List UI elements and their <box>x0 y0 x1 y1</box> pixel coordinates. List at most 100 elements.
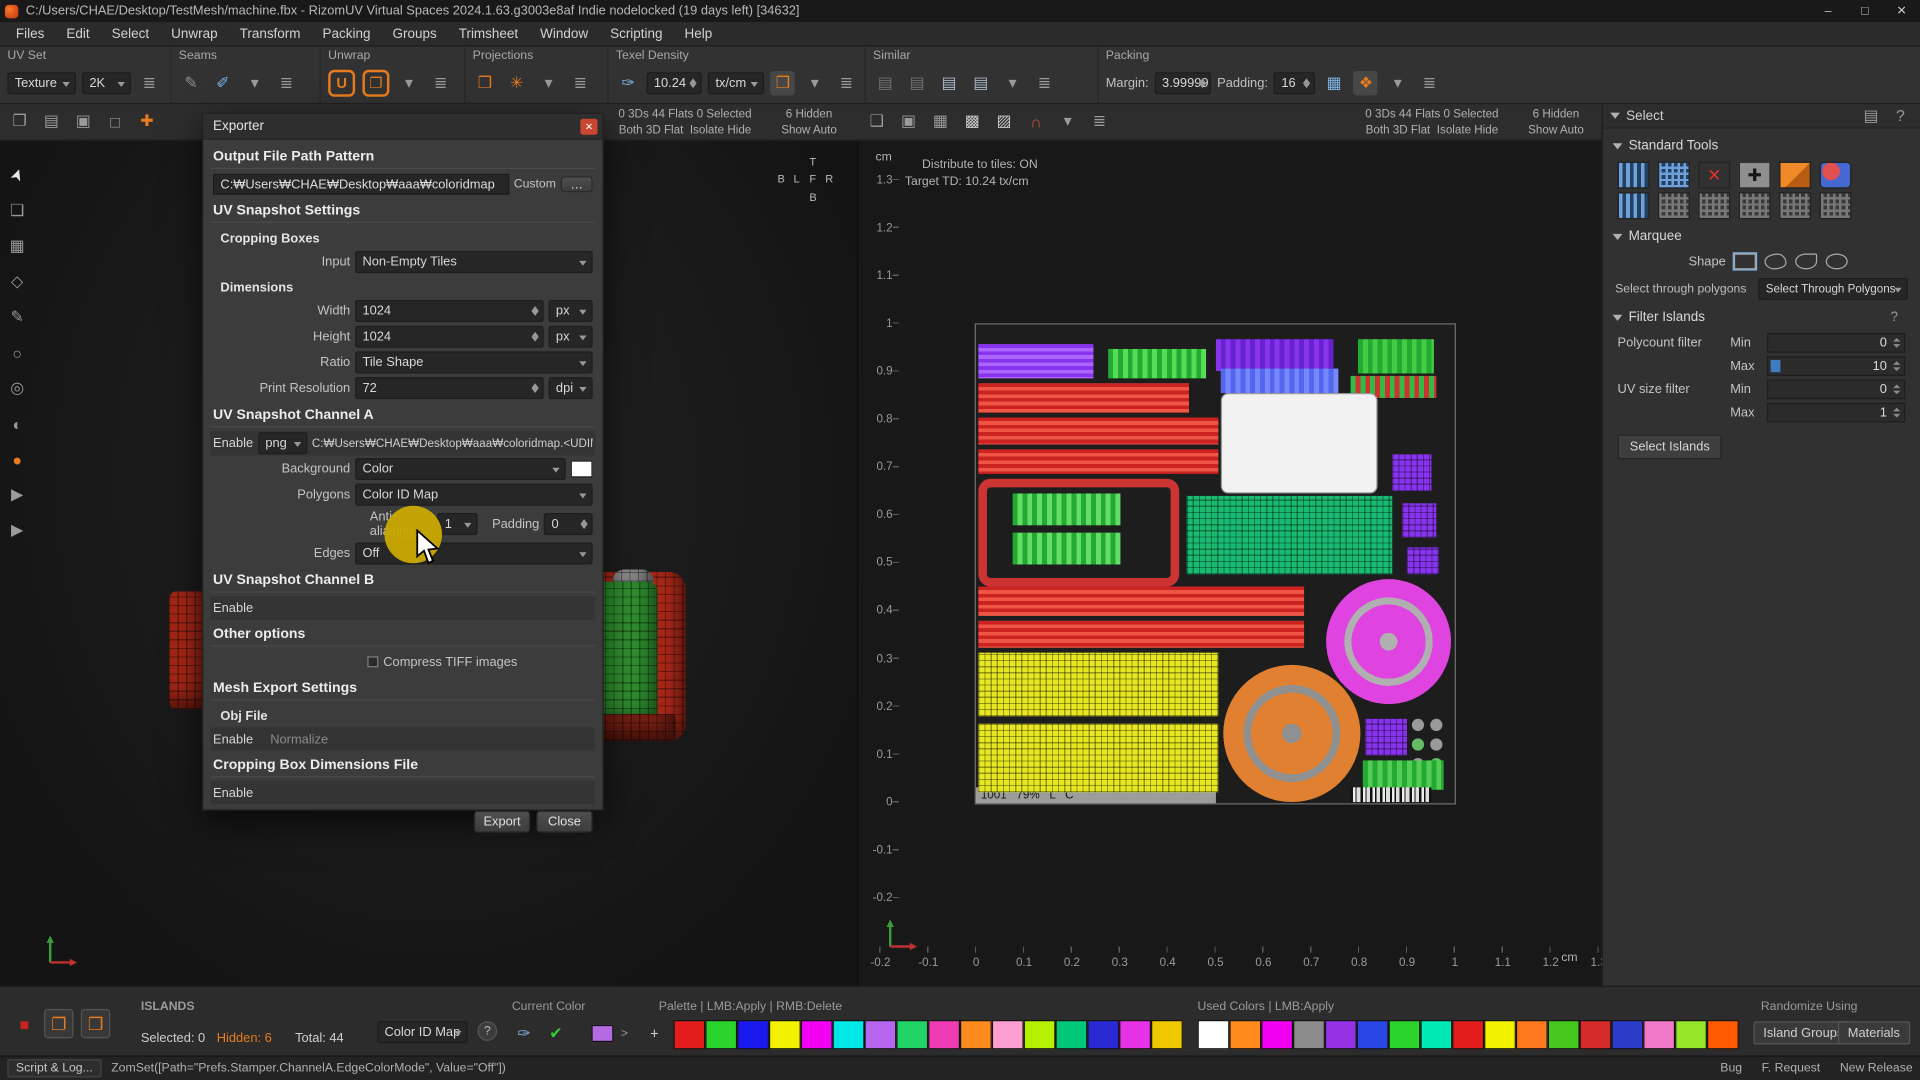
color-swatch[interactable] <box>992 1020 1024 1049</box>
pack-tool-icon[interactable] <box>1658 162 1690 189</box>
new-release-link[interactable]: New Release <box>1840 1062 1913 1075</box>
color-swatch[interactable] <box>1548 1020 1580 1049</box>
minimize-button[interactable]: – <box>1810 4 1847 17</box>
output-path-input[interactable]: C:₩Users₩CHAE₩Desktop₩aaa₩coloridmap <box>213 174 509 195</box>
island-mode-icon[interactable]: ❐ <box>44 1009 73 1038</box>
grid-c-icon[interactable] <box>1698 192 1730 219</box>
materials-button[interactable]: Materials <box>1838 1021 1910 1044</box>
eyedropper-icon[interactable]: ✑ <box>512 1021 536 1045</box>
unwrap-dropdown-icon[interactable]: ▾ <box>397 71 421 95</box>
exporter-titlebar[interactable]: Exporter ✕ <box>203 114 602 140</box>
width-unit-dropdown[interactable]: px <box>549 300 593 322</box>
color-swatch[interactable] <box>673 1020 705 1049</box>
uv-island[interactable] <box>1187 496 1393 574</box>
menu-packing[interactable]: Packing <box>312 26 382 41</box>
color-swatch[interactable] <box>928 1020 960 1049</box>
uv-options-icon[interactable]: ≣ <box>1087 109 1111 133</box>
color-swatch[interactable] <box>1484 1020 1516 1049</box>
magnet-dropdown-icon[interactable]: ▾ <box>1056 109 1080 133</box>
color-swatch[interactable] <box>1056 1020 1088 1049</box>
grid-d-icon[interactable] <box>1739 192 1771 219</box>
marquee-brush-icon[interactable] <box>1796 253 1818 269</box>
seam-edit-icon[interactable]: ✎ <box>179 71 203 95</box>
projection-options-icon[interactable]: ≣ <box>568 71 592 95</box>
feature-request-link[interactable]: F. Request <box>1762 1062 1821 1075</box>
panel-help-icon[interactable]: ? <box>1888 103 1912 127</box>
map-type-dropdown[interactable]: Color ID Map <box>377 1021 468 1043</box>
map-help-button[interactable]: ? <box>478 1021 498 1041</box>
unwrap-options-icon[interactable]: ≣ <box>429 71 453 95</box>
color-swatch[interactable] <box>1293 1020 1325 1049</box>
uv-island[interactable] <box>1108 349 1206 378</box>
color-swatch[interactable] <box>1119 1020 1151 1049</box>
menu-unwrap[interactable]: Unwrap <box>160 26 228 41</box>
marquee-chevron-icon[interactable] <box>1613 233 1623 239</box>
color-swatch[interactable] <box>1024 1020 1056 1049</box>
color-swatch[interactable] <box>1580 1020 1612 1049</box>
marquee-header[interactable]: Marquee <box>1603 224 1920 248</box>
uv-island[interactable] <box>1351 787 1432 802</box>
projection-dropdown-icon[interactable]: ▾ <box>536 71 560 95</box>
color-swatch[interactable] <box>1420 1020 1452 1049</box>
uv-island[interactable] <box>1407 547 1439 574</box>
height-input[interactable]: 1024 <box>355 326 544 348</box>
texel-unit-dropdown[interactable]: tx/cm <box>708 72 764 94</box>
uv-flat-view-icon[interactable]: ❑ <box>864 109 888 133</box>
color-swatch[interactable] <box>1643 1020 1675 1049</box>
standard-tools-chevron-icon[interactable] <box>1613 143 1623 149</box>
more-colors-icon[interactable]: > <box>621 1027 628 1040</box>
unwrap-u-icon[interactable]: U <box>328 70 355 97</box>
texel-dropdown-icon[interactable]: ▾ <box>803 71 827 95</box>
menu-files[interactable]: Files <box>5 26 55 41</box>
color-swatch[interactable] <box>737 1020 769 1049</box>
uv-island[interactable] <box>1392 454 1431 491</box>
select-panel-header[interactable]: Select ▤? <box>1603 104 1920 128</box>
compress-tiff-checkbox[interactable] <box>367 656 378 667</box>
uv-island[interactable] <box>1221 369 1339 393</box>
uv-island[interactable] <box>1358 339 1434 373</box>
uvsize-min-input[interactable]: 0 <box>1767 380 1905 400</box>
packing-grid-icon[interactable]: ▦ <box>1322 71 1346 95</box>
material-sphere-icon[interactable]: ● <box>5 447 29 471</box>
polycount-min-input[interactable]: 0 <box>1767 333 1905 353</box>
focus-selection-icon[interactable]: ✚ <box>135 109 159 133</box>
export-button[interactable]: Export <box>474 811 530 833</box>
grid-e-icon[interactable] <box>1779 192 1811 219</box>
layout-split-icon[interactable]: ❐ <box>7 109 31 133</box>
padding-input[interactable]: 16 <box>1274 72 1316 94</box>
viewcube-top[interactable]: T <box>809 156 816 168</box>
menu-groups[interactable]: Groups <box>381 26 447 41</box>
stack-copy-icon[interactable] <box>1779 162 1811 189</box>
viewcube-front[interactable]: F <box>809 173 816 185</box>
uv-grid-view-icon[interactable]: ▦ <box>928 109 952 133</box>
color-swatch[interactable] <box>1087 1020 1119 1049</box>
ring-tool-icon[interactable]: ◎ <box>5 376 29 400</box>
seam-brush-icon[interactable]: ✐ <box>211 71 235 95</box>
color-swatch[interactable] <box>705 1020 737 1049</box>
uv-island[interactable] <box>1223 665 1360 802</box>
show-auto-toggle[interactable]: Show Auto <box>781 124 837 137</box>
align-tool-icon[interactable] <box>1618 162 1650 189</box>
viewcube[interactable]: T B L F R B <box>771 156 844 215</box>
menu-trimsheet[interactable]: Trimsheet <box>448 26 529 41</box>
uv-show-toggle[interactable]: Show Auto <box>1528 124 1584 137</box>
isolate-hide-toggle[interactable]: Isolate Hide <box>690 124 751 137</box>
menu-help[interactable]: Help <box>674 26 724 41</box>
both-3d-flat-toggle[interactable]: Both 3D Flat <box>619 124 684 137</box>
color-swatch[interactable] <box>833 1020 865 1049</box>
uv-island[interactable] <box>978 621 1304 648</box>
unwrap-flatten-icon[interactable]: ❐ <box>362 70 389 97</box>
texel-options-icon[interactable]: ≣ <box>834 71 858 95</box>
uv-island[interactable] <box>978 587 1304 616</box>
group-tiles-icon[interactable]: ▨ <box>992 109 1016 133</box>
snapshot-icon[interactable]: ▤ <box>39 109 63 133</box>
uv-island[interactable] <box>978 344 1093 378</box>
stop-icon[interactable]: ■ <box>12 1011 36 1035</box>
width-input[interactable]: 1024 <box>355 300 544 322</box>
color-swatch[interactable] <box>1389 1020 1421 1049</box>
channel-b-enable-toggle[interactable]: Enable <box>213 601 253 616</box>
uv-island[interactable] <box>1013 493 1121 525</box>
color-swatch[interactable] <box>1452 1020 1484 1049</box>
uv-3d-view-icon[interactable]: ▣ <box>896 109 920 133</box>
uv-island[interactable] <box>1365 719 1407 756</box>
